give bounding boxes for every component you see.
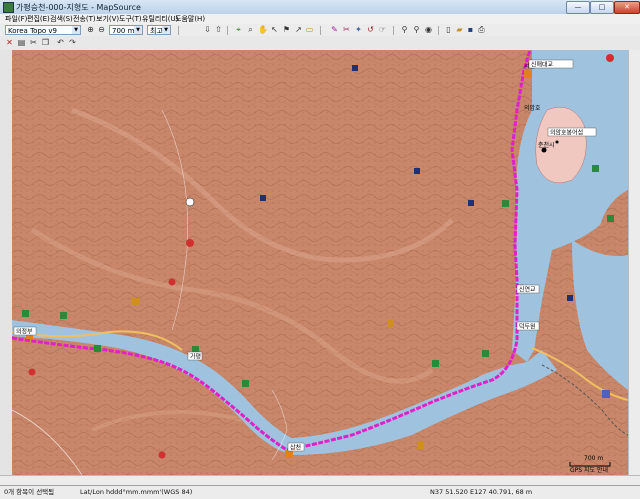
menu-utilities[interactable]: 유틸리티(U) xyxy=(142,14,178,24)
copy-icon[interactable]: ❐ xyxy=(41,38,50,47)
map-note: GPS 지도 안내 xyxy=(570,466,608,474)
zoom-out-icon[interactable]: ⊖ xyxy=(97,25,106,34)
map-product-select[interactable]: Korea Topo v9 ▼ xyxy=(5,25,81,35)
menu-file[interactable]: 파일(F) xyxy=(5,14,27,24)
eraser-tool-icon[interactable]: ✂ xyxy=(342,25,351,34)
status-bar: 0개 항목이 선택됨 Lat/Lon hddd°mm.mmm'(WGS 84) … xyxy=(0,485,640,499)
find-tool-icon[interactable]: ✦ xyxy=(354,25,363,34)
detail-value: 최고 xyxy=(150,27,163,35)
minimize-button[interactable]: — xyxy=(566,1,590,14)
cut-icon[interactable]: ✂ xyxy=(29,38,38,47)
toolbar-separator xyxy=(320,26,321,35)
close-button[interactable]: ✕ xyxy=(614,1,640,14)
properties-icon[interactable]: ▤ xyxy=(17,38,26,47)
map-label-route-start: 의정부 xyxy=(16,328,33,336)
detail-select[interactable]: 최고 ▼ xyxy=(147,25,171,35)
map-label-east-1: 춘천시 xyxy=(538,141,555,149)
map-label-east-3: 의암호봉어섬 xyxy=(550,129,583,137)
print-icon[interactable]: ⎙ xyxy=(477,25,486,34)
status-format: Lat/Lon hddd°mm.mmm'(WGS 84) xyxy=(80,488,193,496)
find-place-icon[interactable]: ⚲ xyxy=(412,25,421,34)
map-product-value: Korea Topo v9 xyxy=(8,27,57,35)
waypoint-tool-icon[interactable]: ⚑ xyxy=(282,25,291,34)
map-label-east-5: 덕두원 xyxy=(519,323,536,331)
status-selection: 0개 항목이 선택됨 xyxy=(4,488,55,496)
map-view[interactable]: 의정부 가평 춘천시 의암호 의암호봉어섬 신연교 덕두원 서면 신매대교 삼천… xyxy=(12,50,628,475)
scale-bar-label: 700 m xyxy=(584,455,603,462)
map-label-bottom: 삼천 xyxy=(290,444,301,452)
save-file-icon[interactable]: ▪ xyxy=(466,25,475,34)
menu-bar: 파일(F) 편집(E) 검색(S) 전송(T) 보기(V) 도구(T) 유틸리티… xyxy=(0,14,640,24)
edit-toolbar: ✕ ▤ ✂ ❐ ↶ ↷ xyxy=(0,36,640,51)
open-file-icon[interactable]: ▰ xyxy=(455,25,464,34)
hand-tool-icon[interactable]: ☞ xyxy=(378,25,387,34)
zoom-tool-icon[interactable]: ⌕ xyxy=(246,25,255,34)
map-tool-icon[interactable]: ⌖ xyxy=(234,25,243,34)
undo-icon[interactable]: ↶ xyxy=(56,38,65,47)
chevron-down-icon: ▼ xyxy=(72,26,80,34)
distance-tool-icon[interactable]: ▭ xyxy=(305,25,314,34)
chevron-down-icon: ▼ xyxy=(134,26,142,34)
delete-icon[interactable]: ✕ xyxy=(5,38,14,47)
pan-tool-icon[interactable]: ✋ xyxy=(258,25,268,34)
zoom-level-select[interactable]: 700 m ▼ xyxy=(109,25,143,35)
map-canvas[interactable]: 의정부 가평 춘천시 의암호 의암호봉어섬 신연교 덕두원 서면 신매대교 삼천… xyxy=(12,50,628,475)
zoom-level-value: 700 m xyxy=(112,27,135,35)
menu-edit[interactable]: 편집(E) xyxy=(27,14,50,24)
chevron-down-icon: ▼ xyxy=(162,26,170,34)
map-label-east-4: 신연교 xyxy=(519,286,536,294)
new-file-icon[interactable]: ▯ xyxy=(444,25,453,34)
menu-transfer[interactable]: 전송(T) xyxy=(73,14,96,24)
gps-receive-icon[interactable]: ⇩ xyxy=(203,25,212,34)
app-icon xyxy=(3,2,14,13)
map-label-town-bridge: 가평 xyxy=(190,353,201,361)
gps-send-icon[interactable]: ⇧ xyxy=(214,25,223,34)
zoom-in-icon[interactable]: ⊕ xyxy=(86,25,95,34)
route-tool-icon[interactable]: ↗ xyxy=(294,25,303,34)
draw-tool-icon[interactable]: ↺ xyxy=(366,25,375,34)
menu-search[interactable]: 검색(S) xyxy=(50,14,73,24)
menu-help[interactable]: 도움말(H) xyxy=(175,14,205,24)
toolbar-separator xyxy=(438,26,439,35)
redo-icon[interactable]: ↷ xyxy=(68,38,77,47)
window-title: 가평승천-000-지형도 - MapSource xyxy=(16,3,141,12)
menu-view[interactable]: 보기(V) xyxy=(96,14,119,24)
status-position: N37 51.520 E127 40.791, 68 m xyxy=(430,488,533,496)
menu-tools[interactable]: 도구(T) xyxy=(119,14,142,24)
toolbar-separator xyxy=(227,26,228,35)
toolbar-separator xyxy=(393,26,394,35)
selection-tool-icon[interactable]: ↖ xyxy=(270,25,279,34)
toolbar-separator xyxy=(178,26,179,35)
map-label-east-7: 신매대교 xyxy=(531,61,554,69)
vertical-scrollbar[interactable] xyxy=(628,50,640,475)
binoculars-icon[interactable]: ⚲ xyxy=(400,25,409,34)
main-toolbar: Korea Topo v9 ▼ ⊕ ⊖ 700 m ▼ 최고 ▼ ⇩ ⇧ ⌖ ⌕… xyxy=(0,24,640,36)
show-icon[interactable]: ◉ xyxy=(424,25,433,34)
maximize-button[interactable]: □ xyxy=(590,1,614,14)
map-label-east-2: 의암호 xyxy=(524,104,541,112)
track-tool-icon[interactable]: ✎ xyxy=(330,25,339,34)
title-bar: 가평승천-000-지형도 - MapSource — □ ✕ xyxy=(0,0,640,15)
